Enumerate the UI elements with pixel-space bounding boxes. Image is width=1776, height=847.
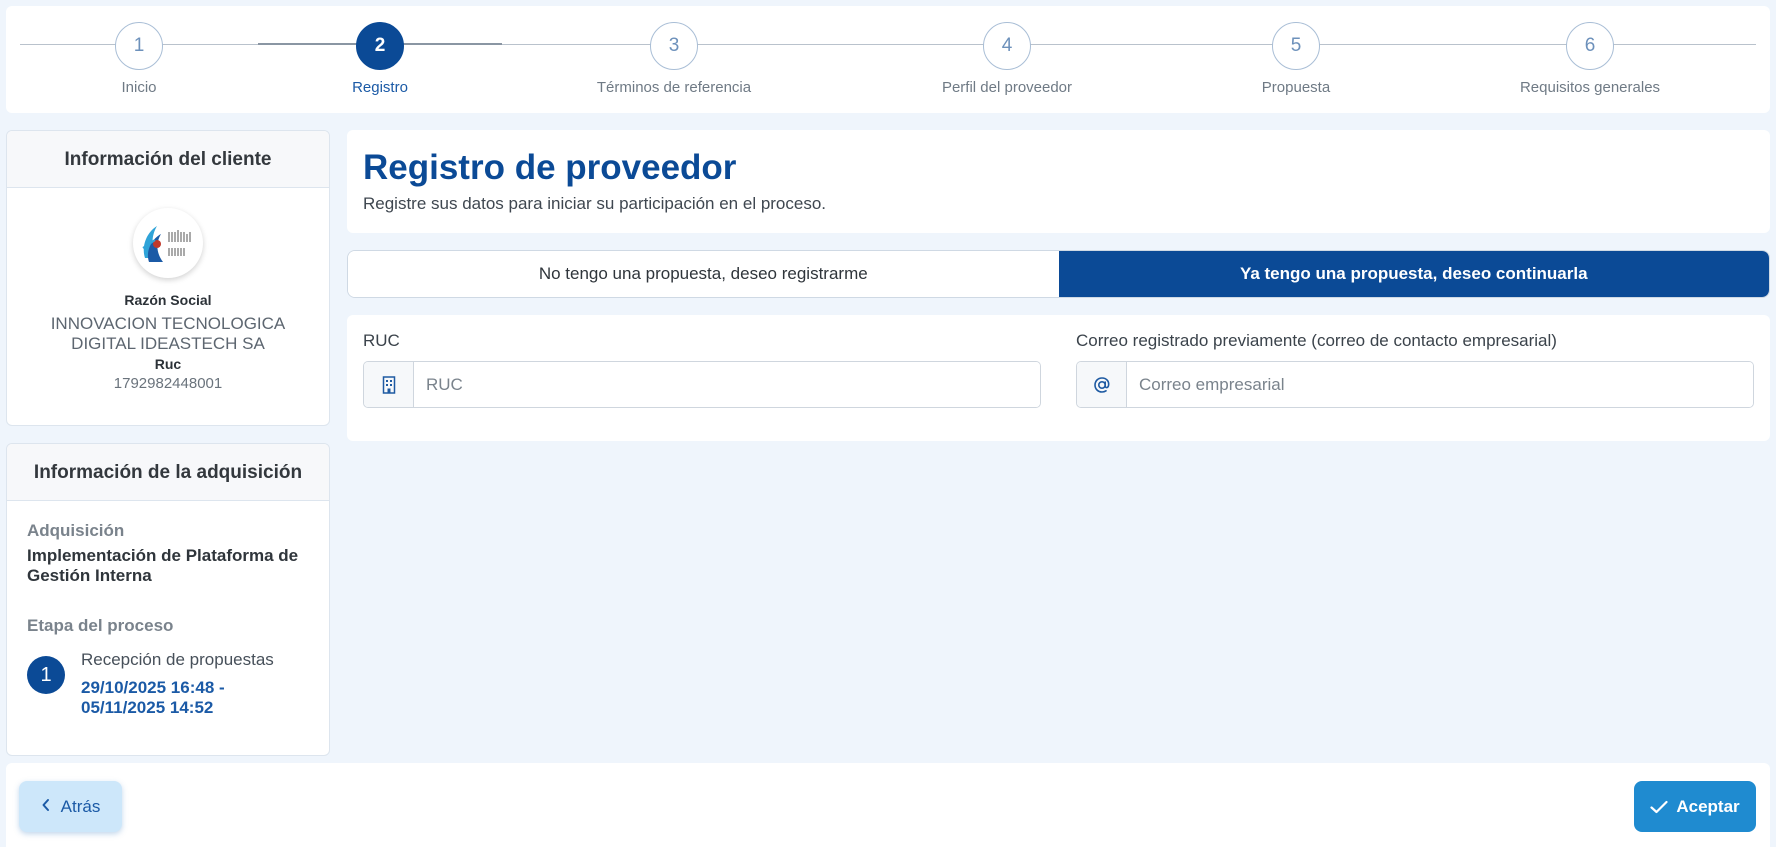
step-label: Propuesta — [1261, 79, 1331, 96]
step-label: Términos de referencia — [596, 79, 752, 96]
step-label: Inicio — [121, 79, 157, 96]
ruc-field: RUC — [363, 331, 1041, 408]
checkmark-icon — [1650, 800, 1668, 813]
progress-stepper: 1 Inicio 2 Registro 3 Términos de refere… — [6, 6, 1770, 113]
ruc-input[interactable] — [414, 362, 1040, 407]
step-number: 2 — [356, 22, 404, 70]
ruc-label: Ruc — [154, 356, 182, 372]
accept-button-label: Aceptar — [1676, 796, 1740, 816]
client-logo — [133, 208, 203, 278]
acquisition-card-title: Información de la adquisición — [7, 444, 329, 501]
page-subtitle: Registre sus datos para iniciar su parti… — [363, 194, 827, 213]
accept-button[interactable]: Aceptar — [1634, 781, 1756, 832]
stage-name: Recepción de propuestas — [81, 650, 274, 669]
step-inicio[interactable]: 1 Inicio — [29, 22, 249, 96]
stage-dates: 29/10/2025 16:48 - 05/11/2025 14:52 — [81, 678, 225, 717]
step-label: Requisitos generales — [1519, 79, 1661, 96]
razon-social-value: INNOVACION TECNOLOGICA DIGITAL IDEASTECH… — [50, 314, 286, 353]
client-info-card: Información del cliente Razón Social INN… — [6, 130, 330, 426]
step-number: 4 — [983, 22, 1031, 70]
step-propuesta[interactable]: 5 Propuesta — [1186, 22, 1406, 96]
acquisition-info-card: Información de la adquisición Adquisició… — [6, 443, 330, 756]
process-stage: 1 Recepción de propuestas 29/10/2025 16:… — [27, 650, 309, 718]
ruc-value: 1792982448001 — [113, 375, 223, 392]
step-registro[interactable]: 2 Registro — [270, 22, 490, 96]
step-label: Perfil del proveedor — [941, 79, 1073, 96]
at-icon — [1077, 362, 1127, 407]
step-perfil[interactable]: 4 Perfil del proveedor — [897, 22, 1117, 96]
email-input[interactable] — [1127, 362, 1753, 407]
step-requisitos[interactable]: 6 Requisitos generales — [1480, 22, 1700, 96]
client-card-title: Información del cliente — [7, 131, 329, 188]
razon-social-label: Razón Social — [124, 292, 212, 308]
process-stage-label: Etapa del proceso — [27, 616, 174, 635]
back-button[interactable]: Atrás — [19, 781, 122, 832]
login-form: RUC Correo registrado previamente (corre… — [347, 315, 1770, 441]
step-number: 6 — [1566, 22, 1614, 70]
email-field: Correo registrado previamente (correo de… — [1076, 331, 1754, 408]
step-label: Registro — [352, 79, 408, 96]
acquisition-label: Adquisición — [27, 521, 125, 540]
ruc-field-label: RUC — [363, 331, 400, 350]
toggle-register-new[interactable]: No tengo una propuesta, deseo registrarm… — [348, 251, 1059, 297]
step-terminos[interactable]: 3 Términos de referencia — [564, 22, 784, 96]
back-button-label: Atrás — [60, 796, 101, 816]
email-field-label: Correo registrado previamente (correo de… — [1076, 331, 1557, 350]
acquisition-value: Implementación de Plataforma de Gestión … — [27, 546, 299, 585]
ruc-input-group — [363, 361, 1041, 408]
chevron-left-icon — [41, 796, 51, 817]
email-input-group — [1076, 361, 1754, 408]
building-icon — [364, 362, 414, 407]
step-number: 5 — [1272, 22, 1320, 70]
page-header: Registro de proveedor Registre sus datos… — [347, 130, 1770, 233]
footer-bar: Atrás Aceptar — [6, 763, 1770, 847]
step-number: 3 — [650, 22, 698, 70]
step-number: 1 — [115, 22, 163, 70]
page-title: Registro de proveedor — [363, 148, 737, 187]
stage-number-badge: 1 — [27, 656, 65, 694]
proposal-toggle: No tengo una propuesta, deseo registrarm… — [347, 250, 1770, 298]
toggle-continue-existing[interactable]: Ya tengo una propuesta, deseo continuarl… — [1058, 251, 1769, 297]
